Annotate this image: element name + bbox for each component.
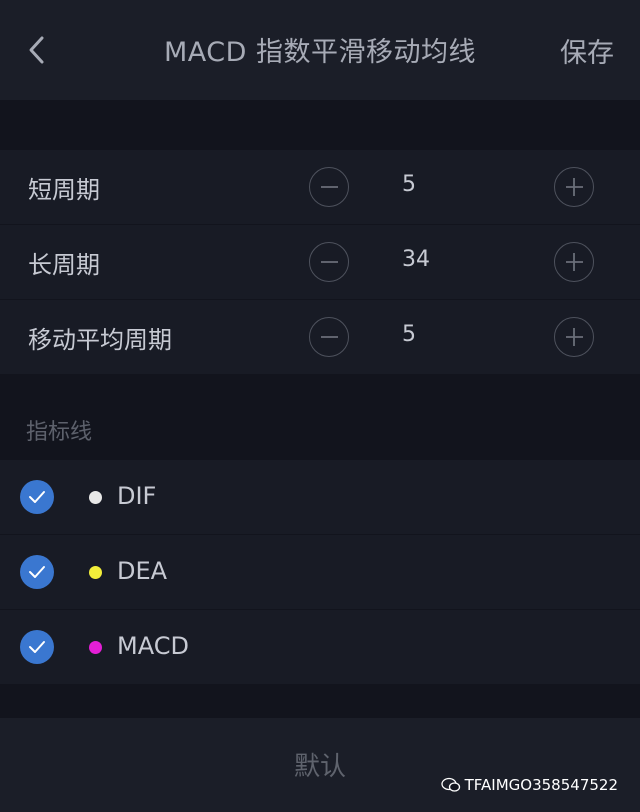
- color-dot: [89, 641, 102, 654]
- param-row-short-period: 短周期 5: [0, 150, 640, 225]
- param-value[interactable]: 5: [402, 172, 416, 197]
- top-bar: MACD 指数平滑移动均线 保存: [0, 0, 640, 100]
- param-label: 长周期: [28, 251, 100, 279]
- line-label: MACD: [117, 632, 189, 660]
- param-label: 移动平均周期: [28, 326, 172, 354]
- section-title-indicator-lines: 指标线: [26, 420, 93, 445]
- increment-button[interactable]: [554, 167, 594, 207]
- watermark: TFAIMGO358547522: [440, 776, 618, 797]
- wechat-icon: [440, 777, 461, 797]
- param-label: 短周期: [28, 176, 100, 204]
- checkbox[interactable]: [20, 630, 54, 664]
- checkmark-icon: [29, 491, 45, 503]
- line-row-macd[interactable]: MACD: [0, 610, 640, 684]
- checkbox[interactable]: [20, 480, 54, 514]
- page-title: MACD 指数平滑移动均线: [163, 37, 477, 68]
- bottom-bar: 默认: [0, 718, 640, 812]
- minus-icon: [321, 336, 338, 338]
- watermark-text: TFAIMGO358547522: [464, 776, 618, 794]
- checkmark-icon: [29, 641, 45, 653]
- spacer: [0, 100, 640, 150]
- increment-button[interactable]: [554, 242, 594, 282]
- param-row-long-period: 长周期 34: [0, 225, 640, 300]
- minus-icon: [321, 261, 338, 263]
- checkmark-icon: [29, 566, 45, 578]
- line-label: DEA: [117, 557, 168, 585]
- color-dot: [89, 491, 102, 504]
- line-label: DIF: [117, 482, 157, 510]
- param-value[interactable]: 34: [402, 247, 430, 272]
- param-value[interactable]: 5: [402, 322, 416, 347]
- color-dot: [89, 566, 102, 579]
- line-row-dea[interactable]: DEA: [0, 535, 640, 609]
- decrement-button[interactable]: [309, 242, 349, 282]
- plus-icon: [566, 178, 583, 196]
- checkbox[interactable]: [20, 555, 54, 589]
- increment-button[interactable]: [554, 317, 594, 357]
- save-button[interactable]: 保存: [560, 31, 614, 70]
- decrement-button[interactable]: [309, 167, 349, 207]
- decrement-button[interactable]: [309, 317, 349, 357]
- plus-icon: [566, 328, 583, 346]
- plus-icon: [566, 253, 583, 271]
- param-row-moving-average-period: 移动平均周期 5: [0, 300, 640, 375]
- minus-icon: [321, 186, 338, 188]
- line-row-dif[interactable]: DIF: [0, 460, 640, 534]
